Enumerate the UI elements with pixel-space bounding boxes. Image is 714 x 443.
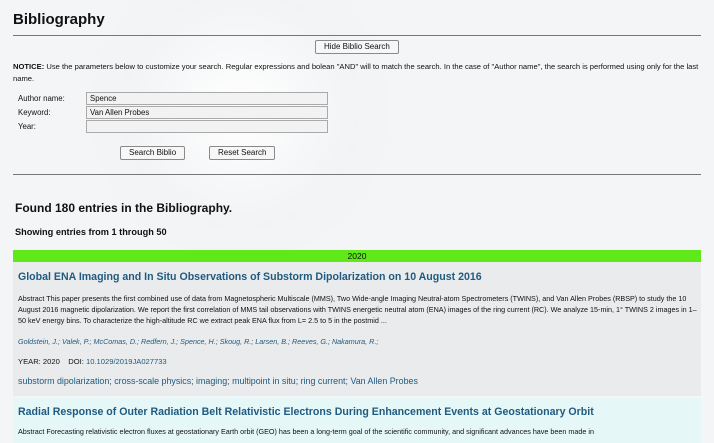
entry-meta: YEAR: 2020 DOI: 10.1029/2019JA027733 <box>18 357 167 366</box>
entry-abstract: Abstract Forecasting relativistic electr… <box>18 427 594 436</box>
year-input[interactable] <box>86 119 328 133</box>
entry-title[interactable]: Global ENA Imaging and In Situ Observati… <box>18 271 482 283</box>
bibliography-entry: Global ENA Imaging and In Situ Observati… <box>13 262 701 396</box>
doi-label: DOI: <box>68 357 84 366</box>
notice-body: Use the parameters below to customize yo… <box>13 62 699 83</box>
year-label: Year: <box>18 121 36 131</box>
author-name-input[interactable] <box>86 91 328 105</box>
keyword-row: Keyword: <box>17 105 328 119</box>
keyword-label: Keyword: <box>18 107 51 117</box>
year-header: 2020 <box>13 250 701 262</box>
notice-label: NOTICE: <box>13 62 45 71</box>
results-count: Found 180 entries in the Bibliography. <box>15 201 233 215</box>
entry-year: YEAR: 2020 <box>18 357 60 366</box>
notice-text: NOTICE: Use the parameters below to cust… <box>13 61 703 85</box>
page-title: Bibliography <box>13 11 105 28</box>
entry-keywords[interactable]: substorm dipolarization; cross-scale phy… <box>18 376 418 386</box>
keyword-input[interactable] <box>86 105 328 119</box>
year-row: Year: <box>17 119 328 133</box>
entry-abstract: Abstract This paper presents the first c… <box>18 294 697 325</box>
entry-title[interactable]: Radial Response of Outer Radiation Belt … <box>18 406 594 418</box>
author-row: Author name: <box>17 91 328 105</box>
divider <box>13 35 701 36</box>
doi-link[interactable]: 10.1029/2019JA027733 <box>86 357 167 366</box>
search-biblio-button[interactable]: Search Biblio <box>120 146 186 160</box>
divider <box>13 174 701 175</box>
bibliography-entry: Radial Response of Outer Radiation Belt … <box>13 398 701 443</box>
reset-search-button[interactable]: Reset Search <box>209 146 276 160</box>
search-form: Author name: Keyword: Year: <box>17 91 328 133</box>
entry-authors[interactable]: Goldstein, J.; Valek, P.; McComas, D.; R… <box>18 337 378 346</box>
hide-biblio-search-button[interactable]: Hide Biblio Search <box>315 40 399 54</box>
author-label: Author name: <box>18 93 65 103</box>
results-range: Showing entries from 1 through 50 <box>15 227 167 237</box>
